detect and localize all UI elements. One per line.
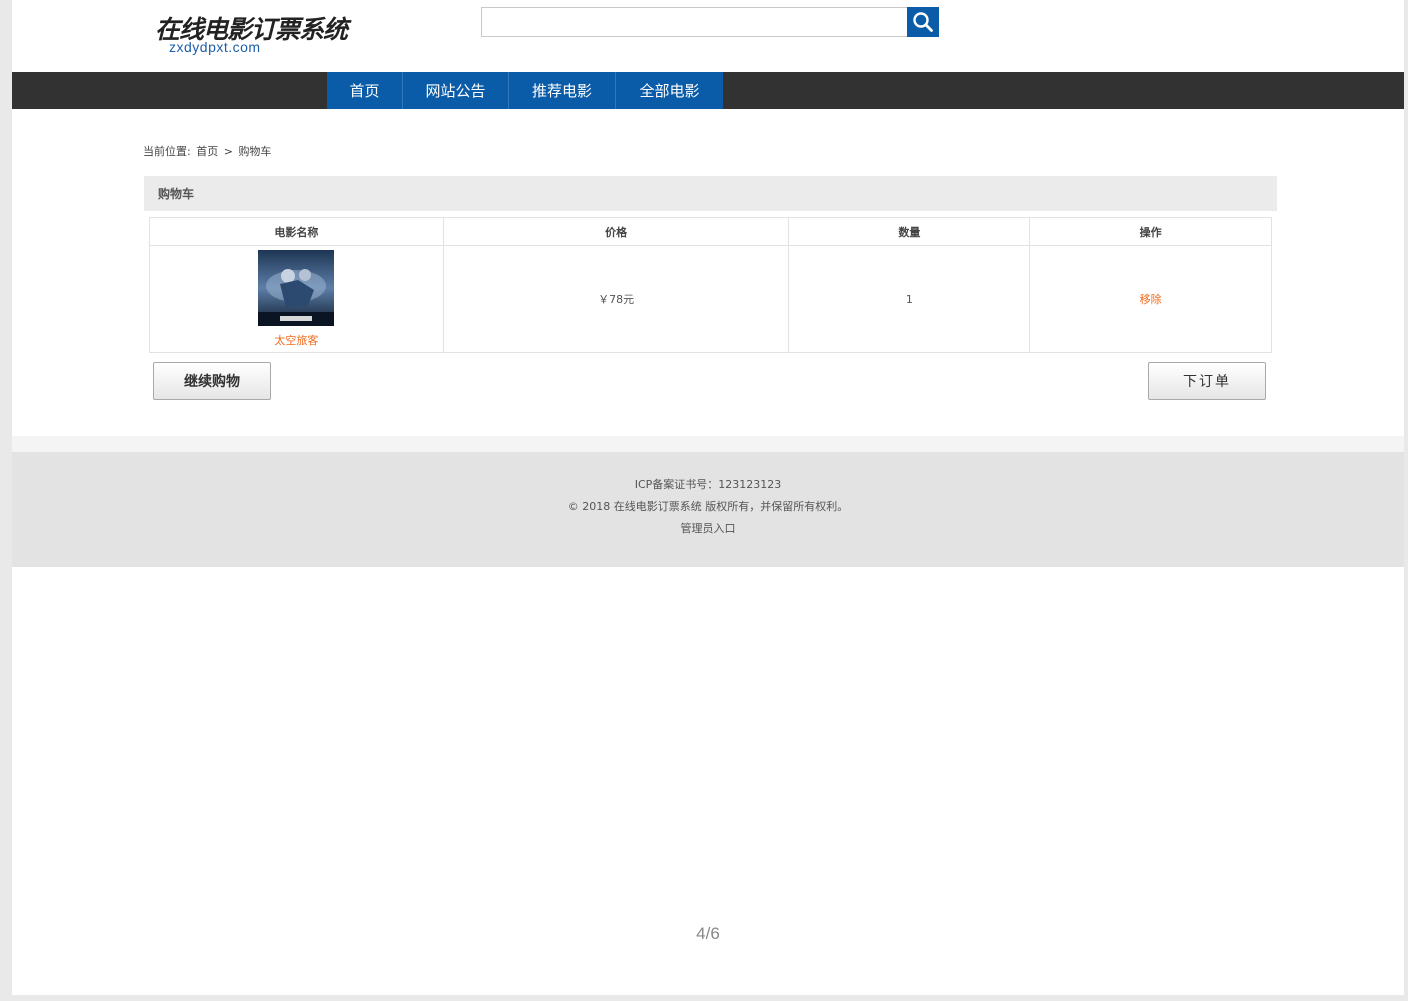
nav-menu: 首页 网站公告 推荐电影 全部电影 [327, 72, 723, 109]
table-row: 太空旅客 ￥78元 1 移除 [149, 245, 1272, 353]
movie-poster-image[interactable] [258, 250, 335, 326]
main-nav: 首页 网站公告 推荐电影 全部电影 [12, 72, 1404, 109]
place-order-button[interactable]: 下订单 [1148, 362, 1266, 400]
footer-copyright: © 2018 在线电影订票系统 版权所有，并保留所有权利。 [567, 500, 849, 513]
nav-item-recommended[interactable]: 推荐电影 [509, 72, 616, 109]
admin-entry-link[interactable]: 管理员入口 [681, 522, 736, 535]
nav-item-all-movies[interactable]: 全部电影 [616, 72, 723, 109]
column-header-movie-name: 电影名称 [149, 217, 444, 246]
column-header-quantity: 数量 [788, 217, 1031, 246]
search-input[interactable] [481, 7, 908, 37]
logo-domain-text: zxdydpxt.com [169, 39, 261, 55]
footer-admin-row: 管理员入口 [12, 520, 1404, 536]
search-bar [481, 7, 939, 37]
continue-shopping-button[interactable]: 继续购物 [153, 362, 271, 400]
breadcrumb-current: 购物车 [238, 145, 272, 158]
breadcrumb-separator: > [223, 145, 233, 158]
price-cell: ￥78元 [442, 245, 790, 353]
site-logo[interactable]: 在线电影订票系统 zxdydpxt.com [155, 10, 348, 58]
movie-cell: 太空旅客 [149, 245, 444, 353]
breadcrumb-home-link[interactable]: 首页 [196, 145, 218, 158]
footer: ICP备案证书号：123123123 © 2018 在线电影订票系统 版权所有，… [12, 452, 1404, 567]
cart-panel-title: 购物车 [144, 176, 1277, 211]
search-icon [913, 12, 933, 32]
movie-name-link[interactable]: 太空旅客 [150, 332, 443, 348]
footer-icp: ICP备案证书号：123123123 [634, 478, 782, 491]
cart-table: 电影名称 价格 数量 操作 太空旅客 ￥78元 1 移除 [149, 217, 1272, 353]
breadcrumb: 当前位置: 首页 > 购物车 [143, 143, 273, 159]
page: 在线电影订票系统 zxdydpxt.com 首页 网站公告 推荐电影 全部电影 … [12, 0, 1404, 995]
table-header-row: 电影名称 价格 数量 操作 [149, 217, 1272, 246]
nav-item-announcements[interactable]: 网站公告 [403, 72, 509, 109]
column-header-action: 操作 [1029, 217, 1272, 246]
remove-link[interactable]: 移除 [1140, 293, 1162, 306]
quantity-cell: 1 [788, 245, 1031, 353]
column-header-price: 价格 [442, 217, 790, 246]
action-cell: 移除 [1029, 245, 1272, 353]
search-button[interactable] [907, 7, 939, 37]
footer-divider [12, 436, 1404, 452]
breadcrumb-prefix: 当前位置: [143, 145, 191, 158]
page-indicator: 4/6 [696, 924, 720, 943]
nav-item-home[interactable]: 首页 [327, 72, 403, 109]
